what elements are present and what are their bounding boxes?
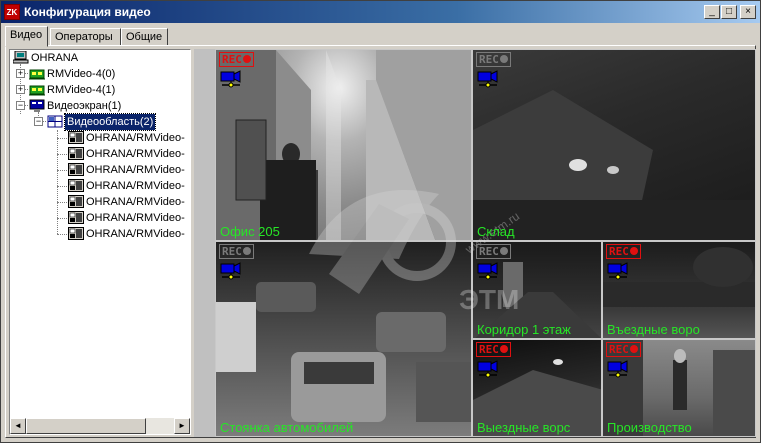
- minimize-button[interactable]: _: [704, 5, 720, 19]
- tree-line: [57, 202, 67, 203]
- expand-icon[interactable]: +: [16, 85, 25, 94]
- camera-name-label: Стоянка автомобилей: [220, 420, 354, 435]
- camera-card-icon: [68, 131, 84, 144]
- tab-general[interactable]: Общие: [121, 28, 168, 46]
- video-wall: ЭТМ www.etm.ru REC Офис 205 REC Склад RE…: [194, 49, 756, 437]
- camera-icon: [220, 70, 241, 88]
- expand-icon[interactable]: +: [16, 69, 25, 78]
- camera-icon: [477, 360, 498, 378]
- title-bar[interactable]: ZK Конфигурация видео _ □ ×: [1, 1, 760, 23]
- camera-tree-label: OHRANA/RMVideo-: [86, 132, 185, 144]
- rec-label: REC: [222, 245, 242, 258]
- tree-node-label: RMVideo-4(1): [47, 84, 116, 96]
- rec-dot-icon: [499, 247, 508, 255]
- camera-card-icon: [68, 227, 84, 240]
- rec-label: REC: [609, 245, 629, 258]
- video-card-icon: [29, 69, 45, 80]
- rec-label: REC: [479, 53, 499, 66]
- camera-tree-label: OHRANA/RMVideo-: [86, 212, 185, 224]
- camera-name-label: Офис 205: [220, 224, 280, 239]
- camera-tree-label: OHRANA/RMVideo-: [86, 228, 185, 240]
- camera-card-icon: [68, 179, 84, 192]
- rec-indicator: REC: [476, 342, 511, 357]
- video-card-icon: [29, 85, 45, 96]
- video-tile-overlay: REC Офис 205: [215, 49, 472, 241]
- tree-line: [57, 186, 67, 187]
- video-tile-overlay: REC Выездные ворс: [472, 339, 602, 437]
- rec-dot-icon: [629, 345, 638, 353]
- tree-node-label: Видеообласть(2): [63, 113, 157, 131]
- tree-line: [57, 218, 67, 219]
- tree-line: [57, 170, 67, 171]
- collapse-icon[interactable]: −: [16, 101, 25, 110]
- camera-name-label: Производство: [607, 420, 692, 435]
- camera-name-label: Въездные воро: [607, 322, 700, 337]
- camera-card-icon: [68, 147, 84, 160]
- scroll-thumb[interactable]: [26, 418, 146, 434]
- rec-dot-icon: [242, 247, 251, 255]
- video-tile-overlay: REC Стоянка автомобилей: [215, 241, 472, 437]
- tree-root-label: OHRANA: [31, 52, 79, 64]
- video-tile-overlay: REC Производство: [602, 339, 756, 437]
- tree-line: [57, 234, 67, 235]
- rec-label: REC: [222, 53, 242, 66]
- camera-card-icon: [68, 211, 84, 224]
- scroll-right-button[interactable]: ►: [174, 418, 190, 434]
- rec-indicator: REC: [606, 244, 641, 259]
- close-button[interactable]: ×: [740, 5, 756, 19]
- rec-dot-icon: [629, 247, 638, 255]
- video-tile-overlay: REC Коридор 1 этаж: [472, 241, 602, 339]
- rec-indicator: REC: [476, 244, 511, 259]
- maximize-button[interactable]: □: [721, 5, 737, 19]
- camera-name-label: Склад: [477, 224, 515, 239]
- scroll-left-button[interactable]: ◄: [10, 418, 26, 434]
- rec-label: REC: [479, 245, 499, 258]
- tree-line: [57, 138, 67, 139]
- app-icon: ZK: [4, 4, 20, 20]
- camera-name-label: Выездные ворс: [477, 420, 571, 435]
- collapse-icon[interactable]: −: [34, 117, 43, 126]
- camera-tree-label: OHRANA/RMVideo-: [86, 164, 185, 176]
- rec-dot-icon: [499, 345, 508, 353]
- camera-icon: [477, 70, 498, 88]
- tree-horizontal-scrollbar[interactable]: ◄ ►: [10, 418, 190, 434]
- camera-name-label: Коридор 1 этаж: [477, 322, 571, 337]
- monitor-icon: [29, 99, 45, 112]
- tree-node-label: RMVideo-4(0): [47, 68, 116, 80]
- config-window: ZK Конфигурация видео _ □ × Видео Операт…: [0, 0, 761, 443]
- camera-icon: [477, 262, 498, 280]
- computer-icon: [13, 51, 29, 64]
- config-tree[interactable]: OHRANA + RMVideo-4(0) + RMVideo-4(1) − В…: [9, 49, 191, 435]
- rec-indicator: REC: [606, 342, 641, 357]
- rec-dot-icon: [242, 55, 251, 63]
- video-tile-overlay: REC Въездные воро: [602, 241, 756, 339]
- rec-indicator: REC: [219, 52, 254, 67]
- tree-line: [57, 154, 67, 155]
- video-tile-overlay: REC Склад: [472, 49, 756, 241]
- tab-video[interactable]: Видео: [5, 26, 48, 47]
- window-title: Конфигурация видео: [24, 5, 151, 19]
- camera-icon: [220, 262, 241, 280]
- rec-label: REC: [609, 343, 629, 356]
- camera-tree-label: OHRANA/RMVideo-: [86, 180, 185, 192]
- camera-tree-label: OHRANA/RMVideo-: [86, 148, 185, 160]
- camera-card-icon: [68, 195, 84, 208]
- grid-icon: [47, 115, 63, 128]
- rec-dot-icon: [499, 55, 508, 63]
- camera-icon: [607, 262, 628, 280]
- camera-card-icon: [68, 163, 84, 176]
- camera-tree-label: OHRANA/RMVideo-: [86, 196, 185, 208]
- camera-icon: [607, 360, 628, 378]
- tree-node-label: Видеоэкран(1): [47, 100, 122, 112]
- tab-operators[interactable]: Операторы: [50, 28, 121, 46]
- rec-indicator: REC: [219, 244, 254, 259]
- rec-label: REC: [479, 343, 499, 356]
- rec-indicator: REC: [476, 52, 511, 67]
